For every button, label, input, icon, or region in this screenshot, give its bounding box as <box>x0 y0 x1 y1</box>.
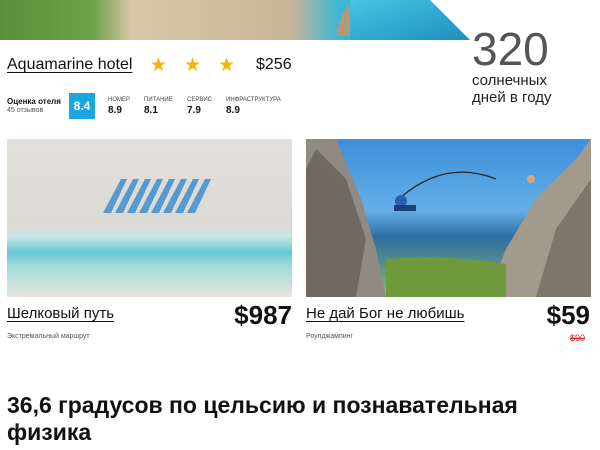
sunny-caption-line1: солнечных <box>472 72 547 89</box>
subscore-value: 8.9 <box>226 105 240 116</box>
subscore-label: СЕРВИС <box>187 97 212 103</box>
sunny-days-number: 320 <box>472 23 549 75</box>
card-title-ropejumping[interactable]: Не дай Бог не любишь <box>306 305 464 322</box>
rating-score-badge: 8.4 <box>69 93 95 119</box>
subscore-value: 7.9 <box>187 105 201 116</box>
subscore-food: ПИТАНИЕ 8.1 <box>144 97 173 116</box>
rating-label: Оценка отеля <box>7 97 61 106</box>
subscore-service: СЕРВИС 7.9 <box>187 97 212 116</box>
subscore-label: НОМЕР <box>108 97 131 103</box>
subscore-label: ПИТАНИЕ <box>144 97 173 103</box>
card-old-price-ropejumping: $90 <box>570 333 586 343</box>
sunny-caption-line2: дней в году <box>472 89 552 106</box>
card-price-silk-road: $987 <box>234 300 292 330</box>
corner-decoration <box>430 0 470 40</box>
subscore-room: НОМЕР 8.9 <box>108 97 130 116</box>
hotel-price: $256 <box>256 56 292 73</box>
camel-caravan-shape <box>103 179 211 213</box>
article-headline[interactable]: 36,6 градусов по цельсию и познавательна… <box>7 392 587 446</box>
card-subtitle-ropejumping: Роупджампинг <box>306 333 354 340</box>
hotel-name-link[interactable]: Aquamarine hotel <box>7 56 132 74</box>
sunny-days-caption: солнечных дней в году <box>472 72 592 106</box>
card-price-ropejumping: $59 <box>546 300 590 330</box>
ropejumping-image[interactable] <box>306 139 591 297</box>
hotel-stars: ★ ★ ★ <box>150 54 235 77</box>
star-icon: ★ <box>150 55 168 76</box>
subscore-label: ИНФРАСТРУКТУРА <box>226 97 281 103</box>
star-icon: ★ <box>184 55 202 76</box>
subscore-value: 8.9 <box>108 105 122 116</box>
star-icon: ★ <box>218 55 236 76</box>
subscore-value: 8.1 <box>144 105 158 116</box>
reviews-count: 45 отзывов <box>7 107 44 114</box>
card-subtitle-silk-road: Экстремальный маршрут <box>7 333 90 340</box>
cliffs-scene-shape <box>306 139 591 297</box>
card-title-silk-road[interactable]: Шелковый путь <box>7 305 114 322</box>
hero-image <box>0 0 470 40</box>
subscore-infrastructure: ИНФРАСТРУКТУРА 8.9 <box>226 97 281 116</box>
silk-road-image[interactable] <box>7 139 292 297</box>
